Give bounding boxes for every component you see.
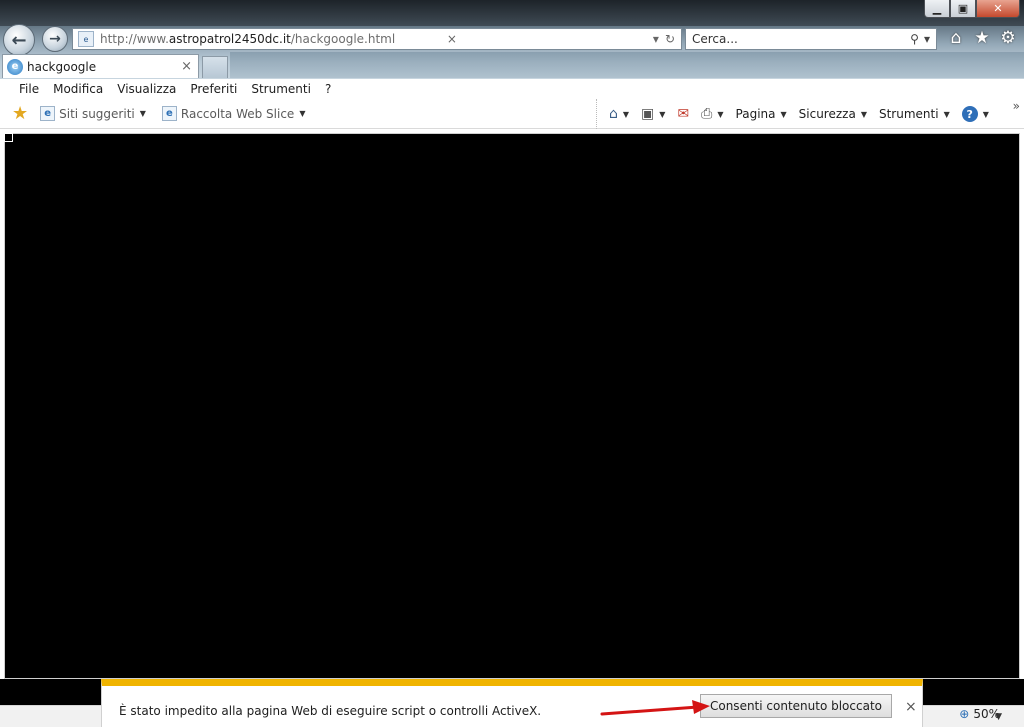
tab-strip-background	[230, 52, 1024, 78]
menu-strumenti[interactable]: Strumenti	[244, 82, 318, 96]
address-bar-actions: × ▾ ↻	[447, 32, 681, 46]
favorites-star-icon[interactable]: ★	[972, 28, 992, 48]
search-icon[interactable]: ⚲	[910, 32, 919, 46]
address-dropdown-icon[interactable]: ▾	[653, 32, 659, 46]
window-controls: ▁ ▣ ✕	[924, 0, 1020, 18]
command-bar: ⌂ ▼ ▣ ▼ ✉ ⎙ ▼ Pagina ▼ Sicurezza ▼ Strumenti ▼…	[596, 99, 995, 129]
site-favicon-icon: e	[78, 31, 94, 47]
command-bar-overflow-chevron-icon[interactable]: »	[1013, 99, 1020, 113]
favorites-center-star-icon[interactable]: ★	[12, 103, 28, 124]
favorites-item-label: Siti suggeriti	[59, 106, 135, 121]
favorites-item-raccolta-web-slice[interactable]: e Raccolta Web Slice ▼	[156, 106, 312, 121]
menu-preferiti[interactable]: Preferiti	[183, 82, 244, 96]
menu-help[interactable]: ?	[318, 82, 338, 96]
chevron-down-icon: ▼	[982, 109, 989, 119]
command-feeds-button[interactable]: ▣ ▼	[635, 106, 671, 122]
menu-modifica[interactable]: Modifica	[46, 82, 110, 96]
chevron-down-icon: ▼	[943, 109, 950, 119]
back-button[interactable]: ←	[3, 24, 35, 56]
search-input[interactable]: Cerca...	[692, 32, 738, 46]
tab-title: hackgoogle	[27, 59, 97, 74]
blocked-activex-area	[4, 133, 1020, 679]
chevron-down-icon: ▼	[299, 109, 306, 118]
menu-visualizza[interactable]: Visualizza	[110, 82, 183, 96]
chevron-down-icon[interactable]: ▼	[995, 712, 1002, 722]
chevron-down-icon: ▼	[860, 109, 867, 119]
title-bar-background	[0, 0, 1024, 26]
chevron-down-icon: ▼	[622, 109, 630, 119]
menu-bar: File Modifica Visualizza Preferiti Strum…	[0, 79, 1024, 99]
url-host: astropatrol2450dc.it	[168, 32, 291, 46]
command-page-menu[interactable]: Pagina ▼	[730, 107, 793, 121]
chevron-down-icon: ▼	[717, 109, 724, 119]
browser-command-icons: ⌂ ★ ⚙	[946, 28, 1018, 48]
command-tools-label: Strumenti	[878, 107, 939, 121]
allow-blocked-content-button[interactable]: Consenti contenuto bloccato	[700, 694, 892, 718]
broken-image-icon	[4, 133, 13, 142]
notification-message: È stato impedito alla pagina Web di eseg…	[119, 704, 542, 718]
address-bar[interactable]: e http://www. astropatrol2450dc.it/hackgo…	[72, 28, 682, 50]
search-provider-dropdown-icon[interactable]: ▾	[924, 32, 930, 46]
refresh-icon[interactable]: ↻	[665, 32, 675, 46]
zoom-control[interactable]: ⊕ 50%	[959, 707, 1000, 721]
maximize-button[interactable]: ▣	[950, 0, 976, 18]
close-window-button[interactable]: ✕	[976, 0, 1020, 18]
forward-button[interactable]: →	[42, 26, 68, 52]
browser-chrome: ▁ ▣ ✕ ← → e http://www. astropatrol2450dc…	[0, 0, 1024, 79]
page-content	[0, 129, 1024, 679]
chevron-down-icon: ▼	[139, 109, 146, 118]
menu-file[interactable]: File	[12, 82, 46, 96]
chevron-down-icon: ▼	[780, 109, 787, 119]
ie-link-icon: e	[40, 106, 56, 121]
red-arrow-annotation	[600, 700, 710, 716]
command-tools-menu[interactable]: Strumenti ▼	[873, 107, 956, 121]
printer-icon: ⎙	[701, 106, 713, 122]
mail-icon: ✉	[677, 106, 690, 122]
command-help-button[interactable]: ? ▼	[956, 106, 995, 122]
help-icon: ?	[961, 106, 978, 122]
tools-gear-icon[interactable]: ⚙	[998, 28, 1018, 48]
tab-close-icon[interactable]: ×	[181, 59, 192, 74]
command-page-label: Pagina	[735, 107, 776, 121]
ie-link-icon: e	[161, 106, 177, 121]
url-path: /hackgoogle.html	[290, 32, 396, 46]
notification-close-icon[interactable]: ×	[905, 699, 917, 715]
command-mail-button[interactable]: ✉	[671, 106, 695, 122]
home-icon[interactable]: ⌂	[946, 28, 966, 48]
command-print-button[interactable]: ⎙ ▼	[695, 106, 729, 122]
chevron-down-icon: ▼	[659, 109, 666, 119]
minimize-button[interactable]: ▁	[924, 0, 950, 18]
new-tab-button[interactable]	[202, 56, 228, 78]
ie-page-icon: e	[7, 58, 23, 75]
zoom-icon: ⊕	[959, 707, 970, 721]
rss-feed-icon: ▣	[641, 106, 655, 122]
favorites-item-siti-suggeriti[interactable]: e Siti suggeriti ▼	[34, 106, 152, 121]
command-safety-label: Sicurezza	[798, 107, 856, 121]
tab-hackgoogle[interactable]: e hackgoogle ×	[2, 54, 199, 78]
command-home-button[interactable]: ⌂ ▼	[603, 106, 635, 122]
favorites-item-label: Raccolta Web Slice	[180, 106, 295, 121]
activex-notification-bar: È stato impedito alla pagina Web di eseg…	[101, 679, 923, 727]
url-prefix: http://www.	[100, 32, 169, 46]
command-safety-menu[interactable]: Sicurezza ▼	[793, 107, 873, 121]
search-box[interactable]: Cerca... ⚲ ▾	[685, 28, 937, 50]
home-icon: ⌂	[609, 106, 618, 122]
stop-icon[interactable]: ×	[447, 32, 457, 46]
